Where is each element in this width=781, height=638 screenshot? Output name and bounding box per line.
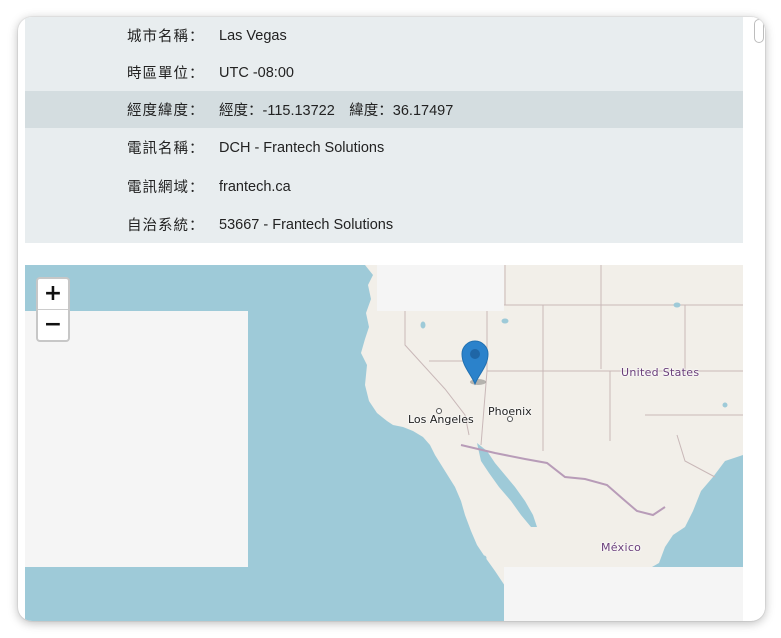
info-row-timezone: 時區單位： UTC -08:00 <box>25 54 743 91</box>
country-label-us: United States <box>621 366 700 379</box>
info-value: Las Vegas <box>219 27 287 44</box>
info-value: 53667 - Frantech Solutions <box>219 216 394 233</box>
zoom-control: + − <box>36 277 70 342</box>
info-label: 城市名稱： <box>127 29 205 45</box>
country-label-mexico: México <box>601 541 642 554</box>
zoom-in-button[interactable]: + <box>38 279 68 310</box>
blank-map-tile <box>377 265 504 311</box>
info-label: 電訊名稱： <box>127 141 205 157</box>
info-value: UTC -08:00 <box>219 64 294 81</box>
info-label: 時區單位： <box>127 66 205 82</box>
info-label: 電訊網域： <box>127 180 205 196</box>
browser-window: 城市名稱： Las Vegas 時區單位： UTC -08:00 經度緯度： 經… <box>18 17 765 621</box>
info-value: frantech.ca <box>219 178 291 195</box>
info-label: 經度緯度： <box>127 103 205 119</box>
vertical-scrollbar[interactable] <box>753 17 765 621</box>
city-label-los-angeles: Los Angeles <box>408 413 474 426</box>
info-value: 經度：-115.13722 緯度：36.17497 <box>219 103 454 119</box>
info-row-isp: 電訊名稱： DCH - Frantech Solutions <box>25 129 743 166</box>
zoom-out-button[interactable]: − <box>38 310 68 340</box>
info-row-city: 城市名稱： Las Vegas <box>25 17 743 54</box>
location-map[interactable]: Los Angeles Phoenix United States México… <box>25 265 743 621</box>
city-label-phoenix: Phoenix <box>488 405 532 418</box>
blank-map-tile <box>25 311 248 567</box>
info-label: 自治系統： <box>127 218 205 234</box>
info-row-asn: 自治系統： 53667 - Frantech Solutions <box>25 206 743 243</box>
info-row-coordinates: 經度緯度： 經度：-115.13722 緯度：36.17497 <box>25 91 743 128</box>
ip-info-table: 城市名稱： Las Vegas 時區單位： UTC -08:00 經度緯度： 經… <box>25 17 743 243</box>
map-pin-icon[interactable] <box>461 340 489 386</box>
info-value: DCH - Frantech Solutions <box>219 139 385 156</box>
info-row-domain: 電訊網域： frantech.ca <box>25 168 743 205</box>
scrollbar-thumb[interactable] <box>754 19 764 43</box>
blank-map-tile <box>504 567 743 621</box>
